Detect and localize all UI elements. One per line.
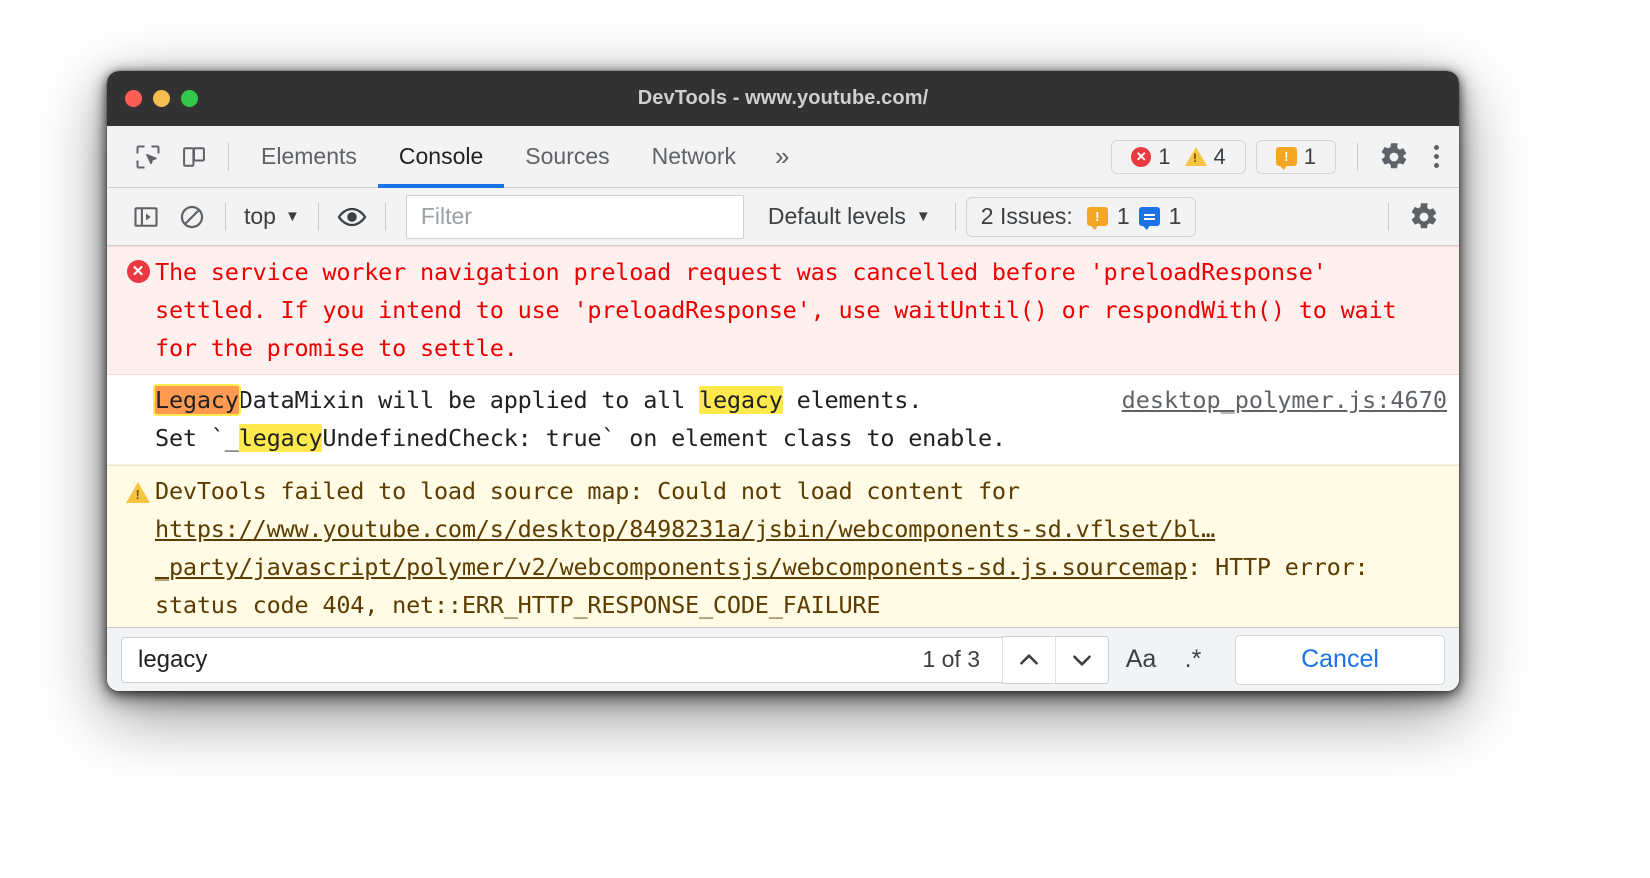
find-query-value: legacy [138, 645, 208, 673]
issue-speech-bubble-icon: ! [1086, 207, 1108, 230]
issues-counter[interactable]: ! 1 [1255, 139, 1336, 174]
tab-elements[interactable]: Elements [240, 126, 378, 188]
console-log-row: LegacyDataMixin will be applied to all l… [153, 381, 1447, 457]
inspect-cursor-icon[interactable] [125, 134, 171, 180]
console-toolbar-divider-2 [317, 202, 319, 231]
match-case-label: Aa [1125, 645, 1157, 673]
message-badge: ✕ [121, 253, 155, 283]
issues-toolbar-pill[interactable]: 2 Issues: ! 1 1 [965, 196, 1197, 237]
console-sidebar-icon[interactable] [123, 194, 169, 240]
console-source-link[interactable]: desktop_polymer.js:4670 [1106, 381, 1447, 419]
console-message-error[interactable]: ✕ The service worker navigation preload … [107, 246, 1459, 375]
issues-info-count: 1 [1168, 203, 1182, 229]
find-input[interactable]: legacy 1 of 3 [121, 636, 1002, 683]
console-toolbar: top ▼ Filter Default levels ▼ 2 Issues: … [107, 188, 1459, 246]
error-warning-counter[interactable]: ✕ 1 4 [1111, 139, 1246, 174]
issues-label: 2 Issues: [980, 203, 1073, 229]
window-titlebar: DevTools - www.youtube.com/ [107, 71, 1459, 126]
issue-speech-bubble-icon: ! [1275, 147, 1297, 170]
console-message-log[interactable]: LegacyDataMixin will be applied to all l… [107, 375, 1459, 465]
find-next-button[interactable] [1055, 636, 1108, 683]
console-find-bar: legacy 1 of 3 Aa .* Cancel [107, 627, 1459, 691]
close-window-button[interactable] [125, 90, 142, 107]
more-tabs-button[interactable]: » [757, 126, 806, 188]
regex-button[interactable]: .* [1167, 637, 1219, 683]
warning-count: 4 [1213, 143, 1226, 169]
search-match-active: Legacy [153, 384, 241, 416]
devtools-window: DevTools - www.youtube.com/ Elements Con… [107, 71, 1459, 691]
tab-console[interactable]: Console [377, 126, 505, 188]
message-badge-empty [121, 381, 155, 388]
console-settings-gear-icon[interactable] [1407, 200, 1441, 234]
search-match: legacy [238, 424, 323, 452]
chevron-down-icon: ▼ [915, 208, 931, 225]
toolbar-divider [228, 142, 229, 171]
message-badge [121, 472, 155, 503]
tab-sources[interactable]: Sources [504, 126, 630, 188]
console-toolbar-divider-1 [225, 202, 226, 231]
error-count: 1 [1158, 143, 1171, 169]
warning-counter[interactable]: 4 [1178, 144, 1233, 170]
log-segment-5: UndefinedCheck: true` on element class t… [322, 424, 1006, 452]
filter-placeholder: Filter [420, 203, 472, 229]
cancel-label: Cancel [1301, 645, 1379, 673]
log-segment-1: DataMixin will be applied to all [238, 386, 699, 414]
tab-network-label: Network [651, 143, 736, 169]
chevron-down-icon: ▼ [284, 208, 300, 225]
console-log-main: LegacyDataMixin will be applied to all l… [153, 381, 1106, 457]
console-toolbar-divider-4 [954, 202, 956, 231]
info-speech-bubble-icon [1138, 207, 1160, 230]
tab-sources-label: Sources [525, 143, 610, 169]
console-toolbar-divider-3 [384, 202, 386, 231]
console-message-warning[interactable]: DevTools failed to load source map: Coul… [107, 465, 1459, 627]
window-traffic-lights [125, 71, 198, 126]
execution-context-label: top [244, 203, 276, 229]
find-match-count: 1 of 3 [922, 646, 980, 672]
tab-console-label: Console [398, 143, 484, 169]
issue-count: 1 [1303, 143, 1316, 169]
console-message-list[interactable]: ✕ The service worker navigation preload … [107, 246, 1459, 627]
find-tools: Aa .* [1109, 637, 1225, 683]
log-levels-label: Default levels [767, 203, 906, 229]
warning-prefix: DevTools failed to load source map: Coul… [155, 477, 1034, 505]
device-toolbar-icon[interactable] [171, 134, 217, 180]
cancel-button[interactable]: Cancel [1235, 634, 1445, 685]
issues-warning-count: 1 [1116, 203, 1130, 229]
error-circle-icon: ✕ [1131, 146, 1152, 167]
zoom-window-button[interactable] [181, 90, 198, 107]
match-case-button[interactable]: Aa [1115, 637, 1167, 683]
source-map-url-link[interactable]: https://www.youtube.com/s/desktop/849823… [155, 515, 1215, 581]
toolbar-divider-2 [1357, 142, 1358, 171]
tab-elements-label: Elements [261, 143, 357, 169]
execution-context-selector[interactable]: top ▼ [236, 203, 308, 230]
console-log-text: LegacyDataMixin will be applied to all l… [153, 381, 1106, 457]
console-toolbar-divider-5 [1388, 202, 1389, 231]
regex-label: .* [1184, 645, 1202, 673]
error-circle-icon: ✕ [126, 260, 150, 283]
window-title: DevTools - www.youtube.com/ [637, 87, 929, 109]
find-nav-group [1002, 635, 1109, 684]
devtools-tabs: Elements Console Sources Network » [240, 126, 806, 188]
console-error-text: The service worker navigation preload re… [155, 258, 1411, 362]
error-counter[interactable]: ✕ 1 [1124, 144, 1177, 170]
kebab-menu-icon[interactable] [1423, 140, 1449, 174]
screenshot-stage: DevTools - www.youtube.com/ Elements Con… [0, 0, 1650, 878]
search-match: legacy [699, 386, 783, 414]
tab-network[interactable]: Network [631, 126, 757, 188]
filter-input[interactable]: Filter [405, 194, 744, 239]
clear-console-icon[interactable] [169, 194, 215, 240]
console-warning-text: DevTools failed to load source map: Coul… [155, 472, 1447, 624]
devtools-tabbar: Elements Console Sources Network » ✕ 1 !… [107, 126, 1459, 188]
find-previous-button[interactable] [1002, 636, 1055, 683]
issue-counter-item[interactable]: ! 1 [1269, 144, 1323, 170]
minimize-window-button[interactable] [153, 90, 170, 107]
live-expression-eye-icon[interactable] [329, 194, 375, 240]
chevron-double-right-icon: » [775, 141, 790, 171]
warning-triangle-icon [1184, 147, 1207, 166]
log-levels-selector[interactable]: Default levels ▼ [754, 203, 945, 230]
warning-triangle-icon [126, 482, 150, 503]
settings-gear-icon[interactable] [1377, 140, 1411, 174]
